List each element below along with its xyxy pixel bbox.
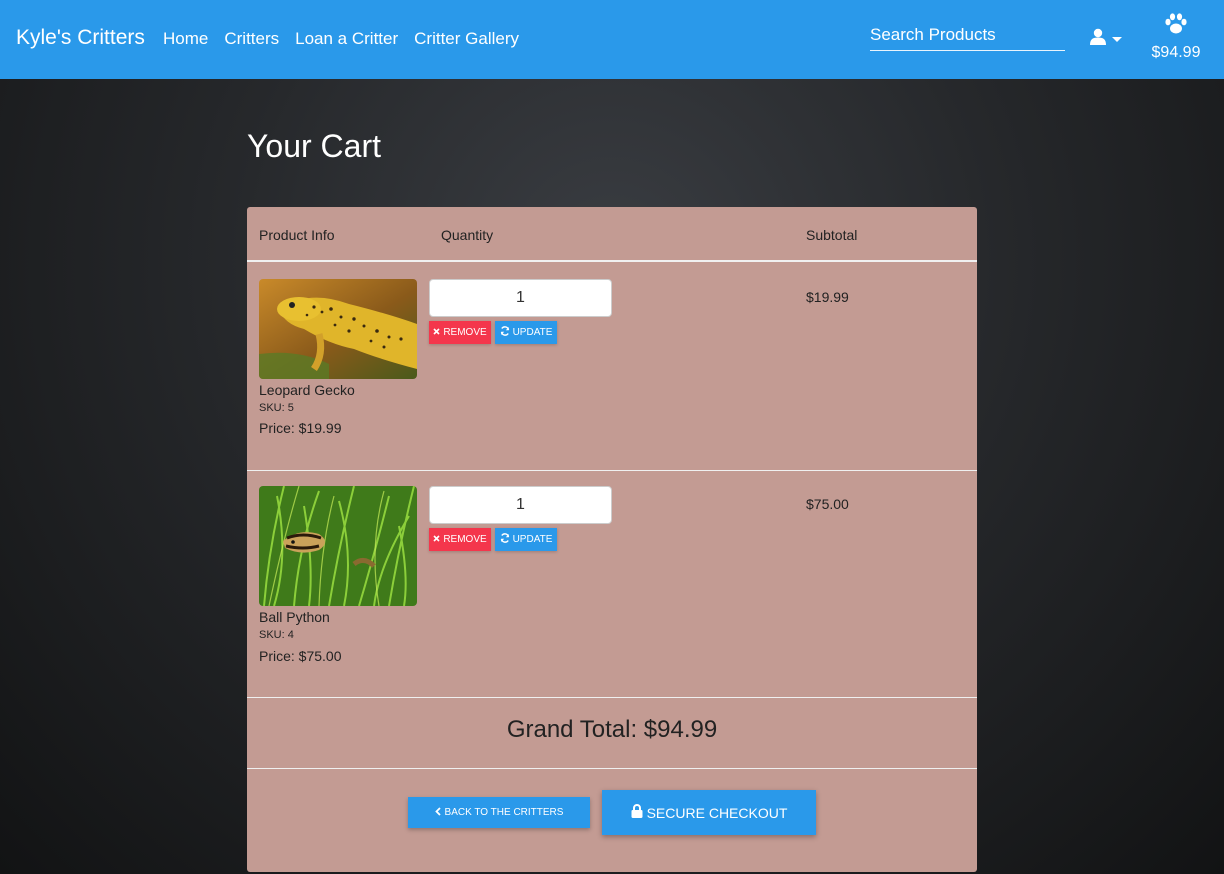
nav-links: Home Critters Loan a Critter Critter Gal… (163, 29, 519, 49)
row-subtotal: $19.99 (806, 289, 849, 305)
paw-icon (1164, 13, 1188, 39)
chevron-left-icon (434, 806, 441, 819)
row-subtotal: $75.00 (806, 496, 849, 512)
refresh-icon (500, 326, 510, 339)
cart-table-header: Product Info Quantity Subtotal (247, 207, 977, 262)
remove-button[interactable]: REMOVE (429, 528, 491, 551)
remove-label: REMOVE (443, 327, 487, 338)
update-button[interactable]: UPDATE (495, 528, 557, 551)
search-box (870, 20, 1065, 51)
user-icon (1090, 28, 1106, 50)
back-label: BACK TO THE CRITTERS (444, 807, 564, 818)
user-menu-toggle[interactable] (1090, 28, 1122, 50)
navbar: Kyle's Critters Home Critters Loan a Cri… (0, 0, 1224, 79)
page-title: Your Cart (247, 128, 381, 164)
back-to-critters-button[interactable]: BACK TO THE CRITTERS (408, 797, 590, 828)
product-price: Price: $75.00 (259, 648, 342, 664)
update-label: UPDATE (512, 534, 553, 545)
product-sku: SKU: 4 (259, 629, 294, 641)
update-button[interactable]: UPDATE (495, 321, 557, 344)
product-image-ball-python[interactable] (259, 486, 417, 606)
header-product-info: Product Info (259, 227, 335, 243)
nav-critters[interactable]: Critters (224, 29, 279, 49)
product-name[interactable]: Leopard Gecko (259, 382, 355, 398)
cart-total: $94.99 (1151, 44, 1201, 61)
nav-critter-gallery[interactable]: Critter Gallery (414, 29, 519, 49)
product-image-leopard-gecko[interactable] (259, 279, 417, 379)
nav-loan-a-critter[interactable]: Loan a Critter (295, 29, 398, 49)
checkout-label: SECURE CHECKOUT (646, 804, 788, 821)
header-quantity: Quantity (441, 227, 494, 243)
times-icon (433, 327, 440, 338)
lock-icon (631, 804, 643, 821)
brand-logo[interactable]: Kyle's Critters (16, 26, 145, 50)
times-icon (433, 534, 440, 545)
nav-home[interactable]: Home (163, 29, 208, 49)
cart-row: Ball Python SKU: 4 Price: $75.00 REMOVE … (247, 471, 977, 698)
remove-button[interactable]: REMOVE (429, 321, 491, 344)
cart-panel: Product Info Quantity Subtotal Leopard G… (247, 207, 977, 872)
cart-row: Leopard Gecko SKU: 5 Price: $19.99 REMOV… (247, 264, 977, 471)
cart-widget[interactable]: $94.99 (1146, 13, 1206, 62)
update-label: UPDATE (512, 327, 553, 338)
product-sku: SKU: 5 (259, 402, 294, 414)
search-input[interactable] (870, 20, 1065, 50)
caret-down-icon (1112, 36, 1122, 42)
product-name[interactable]: Ball Python (259, 609, 330, 625)
secure-checkout-button[interactable]: SECURE CHECKOUT (602, 790, 816, 835)
quantity-input[interactable] (429, 279, 612, 317)
refresh-icon (500, 533, 510, 546)
grand-total-row: Grand Total: $94.99 (247, 698, 977, 769)
grand-total: Grand Total: $94.99 (506, 716, 718, 743)
quantity-input[interactable] (429, 486, 612, 524)
remove-label: REMOVE (443, 534, 487, 545)
product-price: Price: $19.99 (259, 420, 342, 436)
header-subtotal: Subtotal (806, 227, 858, 243)
